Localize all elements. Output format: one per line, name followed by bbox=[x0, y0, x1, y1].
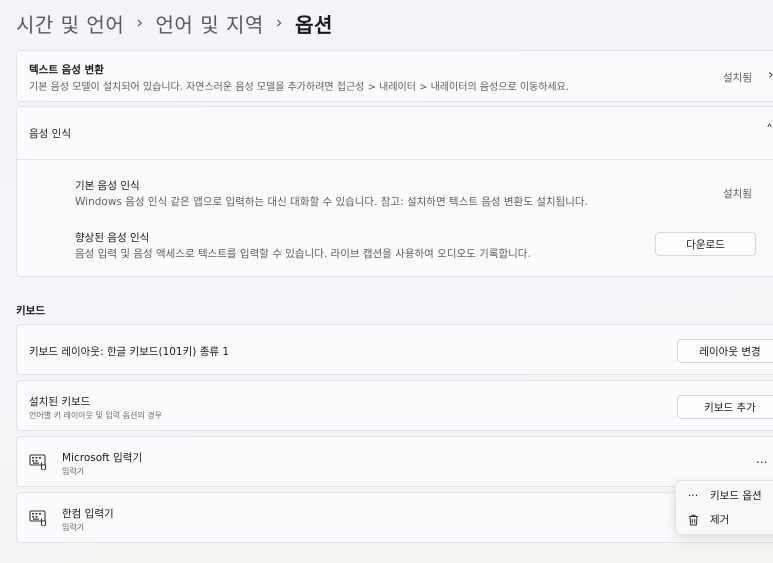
ime-name: 한컴 입력기 bbox=[62, 508, 114, 520]
ime-name: Microsoft 입력기 bbox=[62, 452, 143, 464]
breadcrumb-item-time-language[interactable]: 시간 및 언어 bbox=[16, 9, 124, 38]
ime-row-hancom: 한컴 입력기 입력기 bbox=[16, 492, 773, 543]
speech-recognition-title: 음성 인식 bbox=[29, 128, 71, 140]
change-layout-button[interactable]: 레이아웃 변경 bbox=[677, 339, 773, 363]
add-keyboard-button[interactable]: 키보드 추가 bbox=[677, 395, 773, 419]
tts-card[interactable]: 텍스트 음성 변환 기본 음성 모델이 설치되어 있습니다. 자연스러운 음성 … bbox=[16, 50, 773, 102]
basic-speech-title: 기본 음성 인식 bbox=[75, 180, 140, 192]
context-menu: ··· 키보드 옵션 제거 bbox=[675, 480, 773, 535]
speech-recognition-header[interactable]: 음성 인식 ˄ bbox=[17, 107, 773, 160]
download-button[interactable]: 다운로드 bbox=[655, 232, 756, 256]
keyboard-section-title: 키보드 bbox=[16, 305, 45, 317]
breadcrumb: 시간 및 언어 › 언어 및 지역 › 옵션 bbox=[16, 8, 333, 38]
more-options-button[interactable]: ... bbox=[756, 452, 767, 466]
keyboard-icon bbox=[29, 510, 47, 530]
tts-status: 설치됨 bbox=[723, 72, 752, 84]
enhanced-speech-description: 음성 입력 및 음성 액세스로 텍스트를 입력할 수 있습니다. 라이브 캡션을… bbox=[75, 248, 531, 260]
basic-speech-description: Windows 음성 인식 같은 앱으로 입력하는 대신 대화할 수 있습니다.… bbox=[75, 196, 588, 208]
menu-item-label: 제거 bbox=[710, 514, 730, 526]
ellipsis-icon: ··· bbox=[687, 489, 699, 502]
breadcrumb-separator: › bbox=[275, 13, 284, 33]
installed-keyboards-title: 설치된 키보드 bbox=[29, 396, 91, 408]
menu-item-keyboard-options[interactable]: ··· 키보드 옵션 bbox=[686, 488, 762, 503]
basic-speech-status: 설치됨 bbox=[723, 188, 752, 200]
chevron-up-icon: ˄ bbox=[766, 123, 773, 139]
keyboard-layout-card: 키보드 레이아웃: 한글 키보드(101키) 종류 1 레이아웃 변경 bbox=[16, 324, 773, 375]
installed-keyboards-subtitle: 언어별 키 레이아웃 및 입력 옵션의 경우 bbox=[29, 411, 163, 420]
page-title: 옵션 bbox=[295, 12, 333, 37]
menu-item-label: 키보드 옵션 bbox=[710, 490, 762, 502]
tts-title: 텍스트 음성 변환 bbox=[29, 64, 104, 76]
keyboard-layout-title: 키보드 레이아웃: 한글 키보드(101키) 종류 1 bbox=[29, 346, 230, 358]
ime-type: 입력기 bbox=[62, 467, 85, 476]
breadcrumb-item-language-region[interactable]: 언어 및 지역 bbox=[156, 9, 264, 38]
enhanced-speech-title: 향상된 음성 인식 bbox=[75, 232, 150, 244]
menu-item-remove[interactable]: 제거 bbox=[686, 512, 729, 527]
ime-type: 입력기 bbox=[62, 523, 85, 532]
ime-row-microsoft: Microsoft 입력기 입력기 ... bbox=[16, 436, 773, 487]
chevron-right-icon: › bbox=[768, 67, 773, 83]
breadcrumb-separator: › bbox=[136, 13, 144, 33]
speech-recognition-card: 음성 인식 ˄ 기본 음성 인식 Windows 음성 인식 같은 앱으로 입력… bbox=[16, 106, 773, 277]
installed-keyboards-card: 설치된 키보드 언어별 키 레이아웃 및 입력 옵션의 경우 키보드 추가 bbox=[16, 380, 773, 431]
keyboard-icon bbox=[29, 454, 47, 474]
trash-icon bbox=[686, 514, 700, 526]
tts-description: 기본 음성 모델이 설치되어 있습니다. 자연스러운 음성 모델을 추가하려면 … bbox=[29, 82, 569, 93]
